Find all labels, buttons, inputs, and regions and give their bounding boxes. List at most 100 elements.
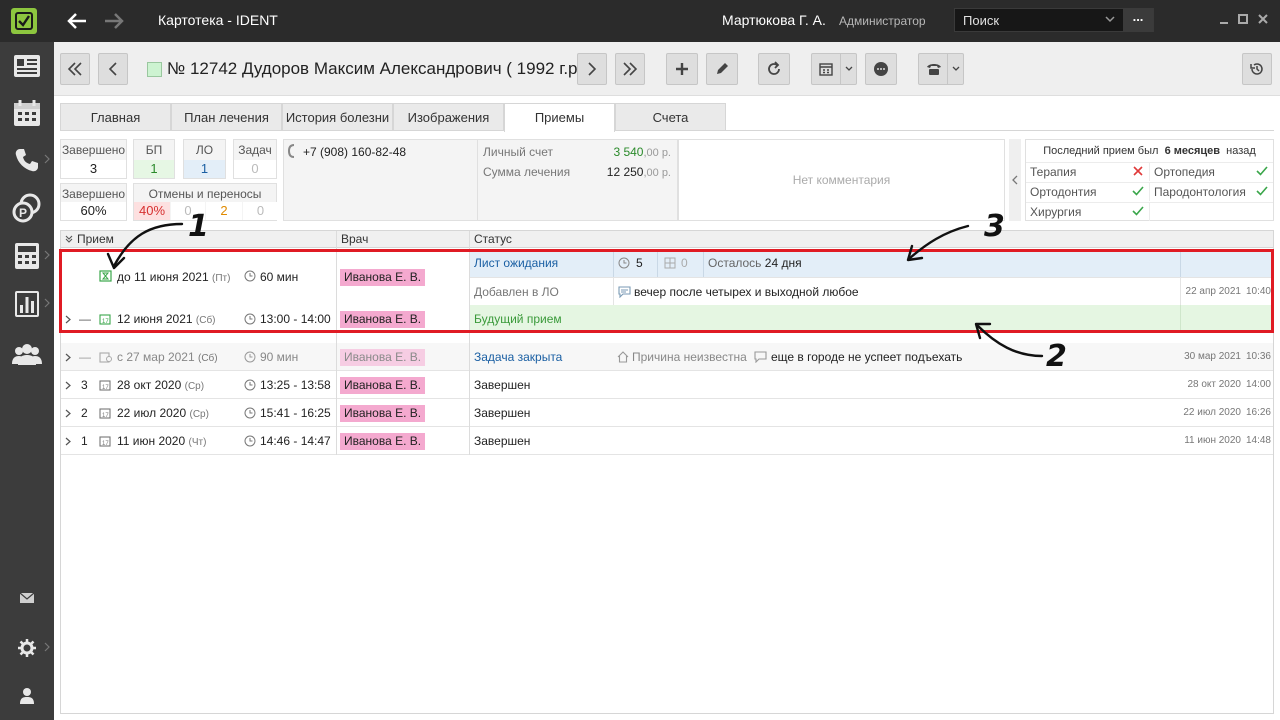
close-icon[interactable] — [1257, 13, 1269, 25]
stat-completed-percent[interactable]: Завершено 60% — [60, 183, 127, 221]
column-header-visit[interactable]: Прием — [77, 232, 114, 246]
sidebar-item-staff[interactable] — [0, 332, 54, 376]
visit-date: 28 окт 2020 (Ср) — [117, 378, 205, 392]
treatment-sum-value: 12 250,00 р. — [606, 165, 671, 179]
table-row[interactable]: 2 17 22 июл 2020 (Ср) 15:41 - 16:25 Иван… — [61, 399, 1273, 427]
table-row[interactable]: — с 27 мар 2021 (Сб) 90 мин Иванова Е. В… — [61, 343, 1273, 371]
svg-text:17: 17 — [102, 413, 109, 419]
svg-text:17: 17 — [102, 441, 109, 447]
add-button[interactable] — [666, 53, 698, 85]
column-divider — [469, 231, 470, 249]
tab-main[interactable]: Главная — [60, 103, 171, 131]
visit-date: с 27 мар 2021 (Сб) — [117, 350, 218, 364]
check-icon — [1256, 166, 1268, 176]
tab-appointments[interactable]: Приемы — [504, 103, 615, 132]
table-row[interactable]: 1 17 11 июн 2020 (Чт) 14:46 - 14:47 Иван… — [61, 427, 1273, 455]
forward-arrow-icon[interactable] — [103, 10, 125, 32]
column-divider — [336, 249, 337, 455]
clock-icon — [244, 270, 256, 282]
chat-button[interactable] — [865, 53, 897, 85]
current-user[interactable]: Мартюкова Г. А. — [722, 12, 826, 28]
table-row[interactable]: до 11 июня 2021 (Пт) 60 мин Иванова Е. В… — [61, 249, 1273, 306]
last-visit-text: Последний прием был 6 месяцев назад — [1043, 145, 1256, 157]
visit-duration: 90 мин — [260, 350, 299, 364]
specialty-periodontics: Пародонтология — [1150, 182, 1273, 201]
minimize-icon[interactable] — [1218, 13, 1230, 25]
visit-date: 11 июн 2020 (Чт) — [117, 434, 207, 448]
sidebar-item-schedule[interactable] — [0, 91, 54, 135]
visit-time: 14:46 - 14:47 — [260, 434, 331, 448]
stat-label: Завершено — [61, 143, 126, 157]
last-record-button[interactable] — [615, 53, 645, 85]
chevron-down-icon[interactable] — [840, 54, 856, 84]
appointments-table: Прием Врач Статус до 11 июня 2021 (Пт) 6… — [60, 230, 1274, 714]
phone-number[interactable]: +7 (908) 160-82-48 — [303, 145, 406, 159]
patient-color-marker[interactable] — [147, 62, 162, 77]
expand-chevron-icon — [65, 381, 71, 390]
sidebar-item-cashbox[interactable] — [0, 234, 54, 278]
treatment-sum-label: Сумма лечения — [483, 165, 571, 179]
tab-invoices[interactable]: Счета — [615, 103, 726, 131]
sidebar-item-settings[interactable] — [0, 626, 54, 670]
chevron-down-icon[interactable] — [947, 54, 963, 84]
sidebar-item-finance[interactable]: Р — [0, 186, 54, 230]
comment-box[interactable]: Нет комментария — [678, 139, 1005, 221]
first-record-button[interactable] — [60, 53, 90, 85]
status-waitlist[interactable]: Лист ожидания — [474, 249, 558, 277]
schedule-button[interactable] — [811, 53, 857, 85]
tab-images[interactable]: Изображения — [393, 103, 504, 131]
refresh-button[interactable] — [758, 53, 790, 85]
record-date: 22 апр 2021 — [1185, 286, 1241, 297]
record-date: 11 июн 2020 — [1184, 435, 1241, 446]
specialty-surgery: Хирургия — [1026, 202, 1150, 221]
prev-record-button[interactable] — [98, 53, 128, 85]
search-more-button[interactable]: ... — [1123, 8, 1153, 32]
status-task-closed[interactable]: Задача закрыта — [474, 343, 562, 371]
stat-completed[interactable]: Завершено 3 — [60, 139, 127, 179]
search-input[interactable]: Поиск ... — [954, 8, 1154, 32]
sidebar-item-messages[interactable] — [0, 576, 54, 620]
sidebar-item-reports[interactable] — [0, 282, 54, 326]
tab-medical-history[interactable]: История болезни — [282, 103, 393, 131]
collapse-panel-button[interactable] — [1009, 139, 1021, 221]
edit-button[interactable] — [706, 53, 738, 85]
sidebar-item-calls[interactable] — [0, 138, 54, 182]
specialties-panel: Последний прием был 6 месяцев назад Тера… — [1025, 139, 1274, 221]
history-button[interactable] — [1242, 53, 1272, 85]
doctor-name: Иванова Е. В. — [340, 377, 426, 394]
status-completed[interactable]: Завершен — [474, 399, 530, 427]
envelope-icon — [19, 592, 35, 603]
phone-icon — [15, 149, 38, 172]
waitlist-count-2: 0 — [681, 256, 688, 270]
column-header-status[interactable]: Статус — [474, 232, 512, 246]
calendar-clock-icon — [99, 352, 112, 363]
visit-time: 13:00 - 14:00 — [260, 312, 331, 326]
bar-chart-icon — [15, 291, 39, 317]
specialty-orthopedics: Ортопедия — [1150, 162, 1273, 181]
calendar-icon: 17 — [99, 380, 111, 391]
tab-treatment-plan[interactable]: План лечения — [171, 103, 282, 131]
column-divider — [469, 249, 470, 455]
next-record-button[interactable] — [577, 53, 607, 85]
stat-lo[interactable]: ЛО 1 — [183, 139, 226, 179]
card-file-icon — [14, 55, 40, 77]
chevron-down-icon[interactable] — [1105, 15, 1115, 23]
check-icon — [1132, 186, 1144, 196]
maximize-icon[interactable] — [1237, 13, 1249, 25]
stat-tasks[interactable]: Задач 0 — [233, 139, 277, 179]
back-arrow-icon[interactable] — [66, 10, 88, 32]
sidebar-item-profile[interactable] — [0, 674, 54, 718]
status-completed[interactable]: Завершен — [474, 371, 530, 399]
call-button[interactable] — [918, 53, 964, 85]
record-date: 30 мар 2021 — [1184, 351, 1241, 362]
table-row[interactable]: — 17 12 июня 2021 (Сб) 13:00 - 14:00 Ива… — [61, 305, 1273, 333]
app-logo-icon[interactable] — [11, 8, 37, 34]
stat-bp[interactable]: БП 1 — [133, 139, 175, 179]
status-future[interactable]: Будущий прием — [474, 305, 562, 333]
table-row[interactable]: 3 17 28 окт 2020 (Ср) 13:25 - 13:58 Иван… — [61, 371, 1273, 399]
sidebar-item-patients[interactable] — [0, 44, 54, 88]
visit-number: 1 — [81, 434, 88, 448]
status-completed[interactable]: Завершен — [474, 427, 530, 455]
column-header-doctor[interactable]: Врач — [341, 232, 368, 246]
stat-cancellations[interactable]: Отмены и переносы 40% 0 2 0 — [133, 183, 278, 221]
